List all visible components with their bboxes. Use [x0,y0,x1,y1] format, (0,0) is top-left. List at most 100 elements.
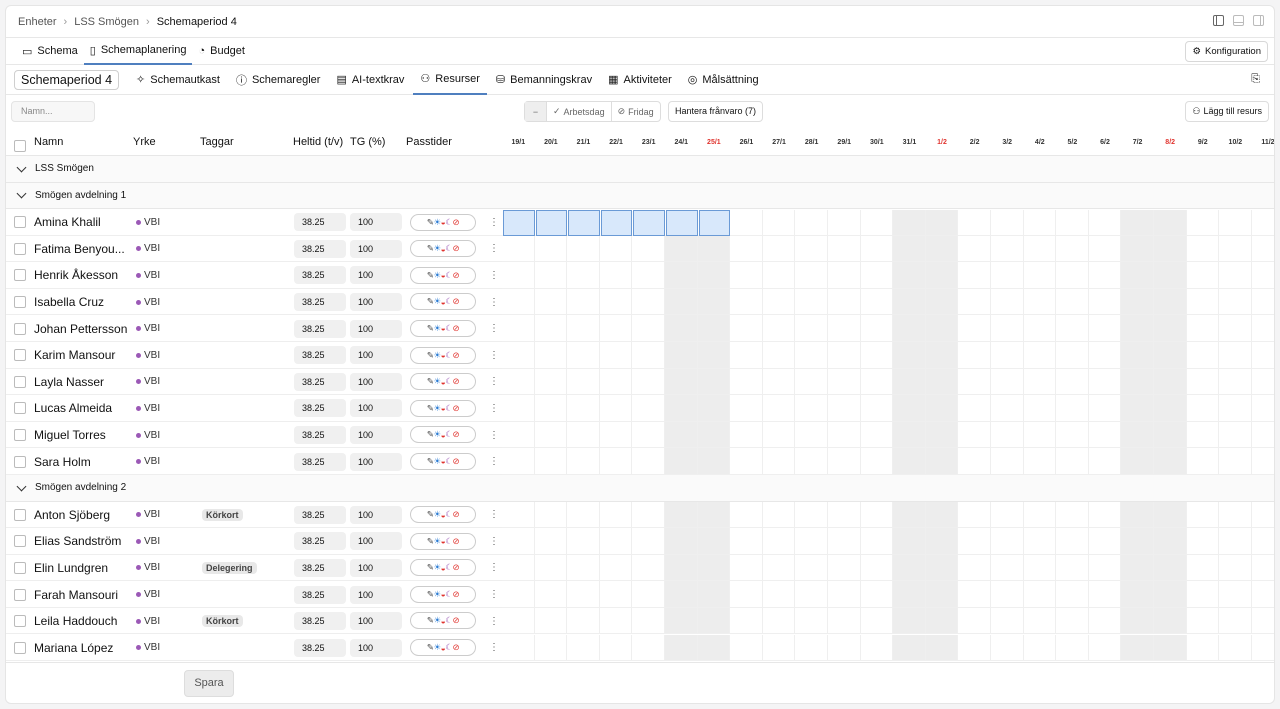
day-cell[interactable] [762,448,796,475]
day-cell[interactable] [665,368,698,396]
day-cell[interactable] [697,235,731,263]
day-cell[interactable] [1186,368,1220,396]
day-cell[interactable] [795,528,828,555]
day-cell[interactable] [534,581,568,608]
day-cell[interactable] [795,581,828,608]
day-cell[interactable] [665,395,698,422]
day-cell[interactable] [567,342,600,369]
day-cell[interactable] [1219,210,1252,236]
day-cell[interactable] [665,634,698,662]
tab-aktiviteter[interactable]: ▦ Aktiviteter [601,65,679,95]
day-cell[interactable] [1154,581,1187,608]
day-cell[interactable] [958,210,991,236]
group-row[interactable]: Smögen avdelning 1 [6,182,1274,209]
selected-day-cell[interactable] [633,210,665,236]
day-cell[interactable] [1056,528,1089,555]
day-cell[interactable] [1186,342,1220,369]
day-cell[interactable] [1023,421,1057,449]
day-cell[interactable] [1154,210,1187,236]
day-cell[interactable] [502,448,535,475]
col-namn[interactable]: Namn [34,129,63,156]
day-cell[interactable] [828,581,861,608]
day-cell[interactable] [599,607,633,635]
day-cell[interactable] [991,634,1024,662]
day-cell[interactable] [1186,634,1220,662]
day-cell[interactable] [893,448,926,475]
day-cell[interactable] [534,288,568,316]
day-cell[interactable] [828,395,861,422]
day-cell[interactable] [958,607,991,635]
row-checkbox[interactable] [14,262,26,289]
day-cell[interactable] [991,554,1024,582]
day-cell[interactable] [534,554,568,582]
row-menu-icon[interactable]: ⋮ [489,502,499,529]
day-cell[interactable] [632,501,665,529]
day-cell[interactable] [665,501,698,529]
day-cell[interactable] [599,235,633,263]
passtider-picker[interactable]: ✎ ☀ ◒ ☾ ⊘ [410,506,476,523]
day-cell[interactable] [632,607,665,635]
day-cell[interactable] [1219,634,1252,662]
day-cell[interactable] [860,342,894,369]
day-cell[interactable] [1088,554,1122,582]
day-cell[interactable] [893,421,926,449]
row-menu-icon[interactable]: ⋮ [489,236,499,263]
configuration-button[interactable]: ⚙ Konfiguration [1185,41,1268,62]
seg-none-button[interactable]: − [525,102,547,121]
day-cell[interactable] [893,315,926,342]
day-cell[interactable] [1023,315,1057,342]
day-cell[interactable] [1088,448,1122,475]
tg-input[interactable]: 100 [350,638,402,657]
select-all-checkbox[interactable] [14,136,26,152]
day-cell[interactable] [567,315,600,342]
day-cell[interactable] [534,315,568,342]
tg-input[interactable]: 100 [350,426,402,445]
day-cell[interactable] [1056,262,1089,289]
day-cell[interactable] [1219,448,1252,475]
day-cell[interactable] [925,235,959,263]
passtider-picker[interactable]: ✎ ☀ ◒ ☾ ⊘ [410,399,476,417]
day-cell[interactable] [795,368,828,396]
row-checkbox[interactable] [14,635,26,662]
day-cell[interactable] [697,262,731,289]
day-cell[interactable] [1251,502,1274,529]
tg-input[interactable]: 100 [350,585,402,604]
day-cell[interactable] [1154,501,1187,529]
tg-input[interactable]: 100 [350,346,402,365]
selected-day-cell[interactable] [535,210,568,236]
day-cell[interactable] [1186,235,1220,263]
tg-input[interactable]: 100 [350,293,402,312]
day-cell[interactable] [860,634,894,662]
day-cell[interactable] [762,368,796,396]
heltid-input[interactable]: 38.25 [294,266,346,285]
tg-input[interactable]: 100 [350,558,402,577]
selected-day-cell[interactable] [698,210,731,236]
day-cell[interactable] [1154,368,1187,396]
day-cell[interactable] [925,528,959,555]
day-cell[interactable] [567,235,600,263]
day-cell[interactable] [893,262,926,289]
day-cell[interactable] [1056,607,1089,635]
day-cell[interactable] [893,528,926,555]
row-checkbox[interactable] [14,209,26,236]
tab-schemaregler[interactable]: ⓘ Schemaregler [229,65,327,95]
day-cell[interactable] [762,581,796,608]
day-cell[interactable] [1121,315,1154,342]
heltid-input[interactable]: 38.25 [294,426,346,445]
day-cell[interactable] [502,607,535,635]
day-cell[interactable] [795,395,828,422]
day-cell[interactable] [665,262,698,289]
passtider-picker[interactable]: ✎ ☀ ◒ ☾ ⊘ [410,559,476,577]
passtider-picker[interactable]: ✎ ☀ ◒ ☾ ⊘ [410,452,476,470]
day-cell[interactable] [1121,235,1154,263]
heltid-input[interactable]: 38.25 [294,319,346,338]
day-cell[interactable] [730,315,763,342]
day-cell[interactable] [762,634,796,662]
day-cell[interactable] [1023,368,1057,396]
day-cell[interactable] [991,448,1024,475]
day-cell[interactable] [632,368,665,396]
day-cell[interactable] [828,235,861,263]
day-cell[interactable] [1251,528,1274,555]
day-cell[interactable] [925,634,959,662]
day-cell[interactable] [567,581,600,608]
